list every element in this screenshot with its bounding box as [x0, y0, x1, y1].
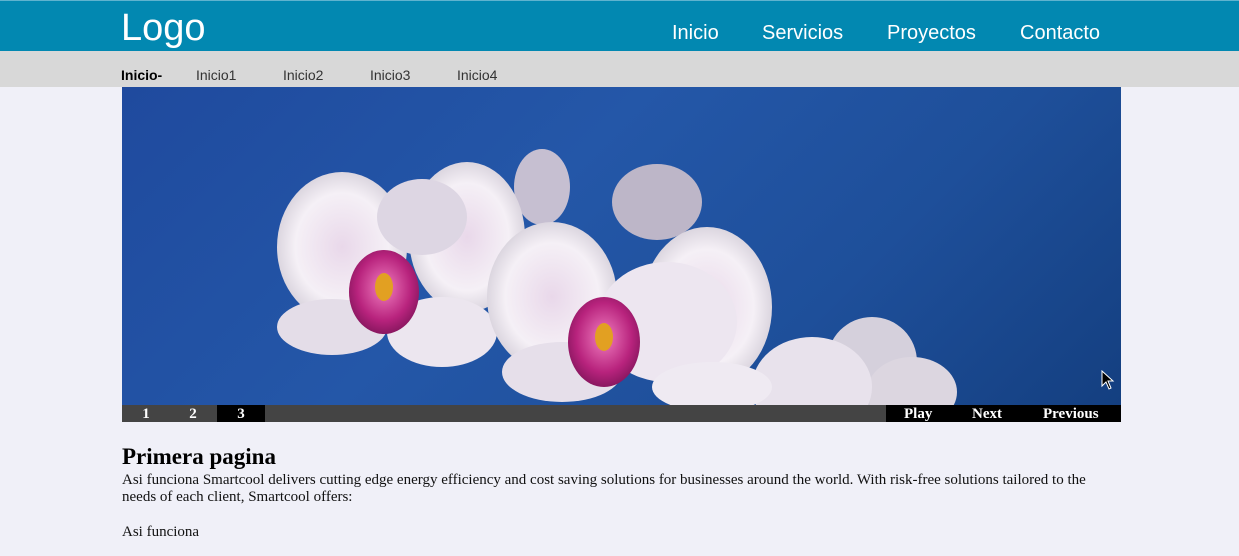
subnav-inicio2[interactable]: Inicio2	[283, 67, 323, 84]
intro-paragraph: Asi funciona Smartcool delivers cutting …	[122, 472, 1086, 505]
slide-page-2[interactable]: 2	[169, 405, 217, 422]
nav-proyectos[interactable]: Proyectos	[887, 21, 976, 45]
next-button[interactable]: Next	[972, 405, 1002, 424]
main-content: Primera pagina Asi funciona Smartcool de…	[122, 442, 1122, 556]
nav-servicios[interactable]: Servicios	[762, 21, 843, 45]
subnav-current: Inicio-	[121, 67, 163, 83]
orchid-image	[277, 149, 957, 405]
slideshow-image	[122, 87, 1121, 405]
mouse-cursor-icon	[1101, 370, 1115, 390]
secondary-paragraph: Asi funciona	[122, 524, 200, 540]
slideshow-controls: 1 2 3 Play Next Previous	[122, 405, 1121, 422]
slide-page-1[interactable]: 1	[122, 405, 170, 422]
slideshow-actions: Play Next Previous	[886, 405, 1121, 422]
logo[interactable]: Logo	[121, 5, 206, 51]
nav-inicio[interactable]: Inicio	[672, 21, 719, 45]
subnav-inicio1[interactable]: Inicio1	[196, 67, 236, 84]
nav-contacto[interactable]: Contacto	[1020, 21, 1100, 45]
play-button[interactable]: Play	[904, 405, 932, 424]
sub-nav: Inicio- Inicio1 Inicio2 Inicio3 Inicio4	[0, 51, 1239, 87]
previous-button[interactable]: Previous	[1043, 405, 1099, 424]
site-header: Logo Inicio Servicios Proyectos Contacto	[0, 0, 1239, 51]
subnav-inicio3[interactable]: Inicio3	[370, 67, 410, 84]
subnav-inicio4[interactable]: Inicio4	[457, 67, 497, 84]
slide-page-3[interactable]: 3	[217, 405, 265, 422]
page-title: Primera pagina	[122, 444, 276, 469]
